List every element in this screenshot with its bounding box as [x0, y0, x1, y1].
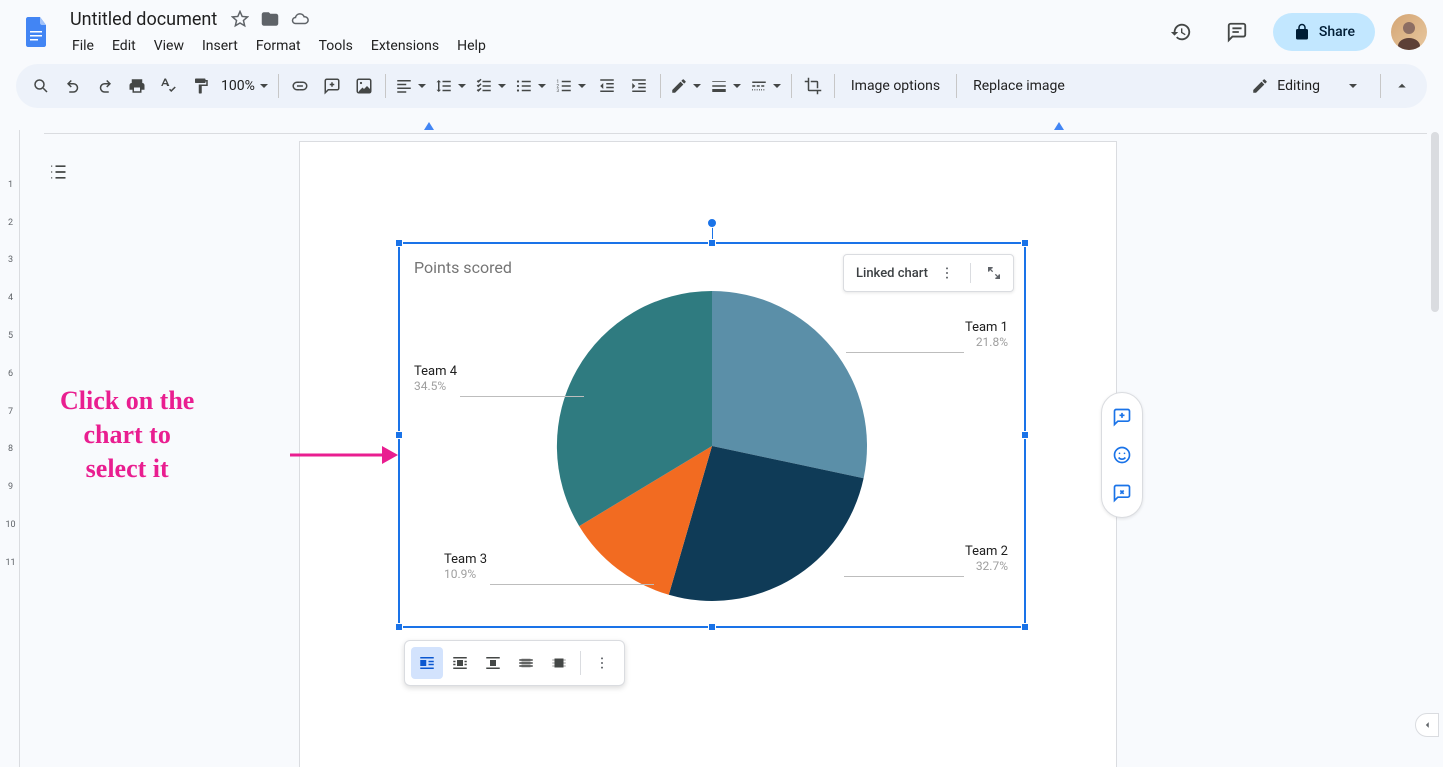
- canvas-area: 12 345 678 91011 Points scored: [0, 130, 1443, 767]
- lock-icon: [1293, 23, 1311, 41]
- menu-file[interactable]: File: [64, 34, 102, 58]
- menu-format[interactable]: Format: [248, 34, 309, 58]
- menu-help[interactable]: Help: [449, 34, 494, 58]
- zoom-dropdown[interactable]: 100%: [218, 71, 272, 101]
- menu-edit[interactable]: Edit: [104, 34, 144, 58]
- menu-insert[interactable]: Insert: [194, 34, 246, 58]
- paint-format-icon[interactable]: [186, 71, 216, 101]
- pie-chart: [552, 286, 872, 606]
- vertical-ruler: 12 345 678 91011: [2, 130, 20, 767]
- add-emoji-side-icon[interactable]: [1104, 437, 1140, 473]
- image-options-button[interactable]: Image options: [841, 78, 950, 94]
- menu-tools[interactable]: Tools: [311, 34, 361, 58]
- chart-label-team2: Team 2 32.7%: [965, 544, 1008, 573]
- svg-text:3: 3: [556, 88, 559, 94]
- add-comment-side-icon[interactable]: [1104, 399, 1140, 435]
- crop-icon[interactable]: [798, 71, 828, 101]
- insert-link-icon[interactable]: [285, 71, 315, 101]
- image-more-icon[interactable]: [586, 647, 618, 679]
- bulleted-list-dropdown[interactable]: [512, 71, 550, 101]
- document-page[interactable]: Points scored Team 1 21.8%: [300, 142, 1116, 767]
- linked-chart-label[interactable]: Linked chart: [856, 266, 928, 281]
- line-spacing-dropdown[interactable]: [432, 71, 470, 101]
- share-button[interactable]: Share: [1273, 13, 1375, 51]
- border-weight-dropdown[interactable]: [707, 71, 745, 101]
- chart-label-team1: Team 1 21.8%: [965, 320, 1008, 349]
- increase-indent-icon[interactable]: [624, 71, 654, 101]
- comments-icon[interactable]: [1217, 12, 1257, 52]
- menu-bar: File Edit View Insert Format Tools Exten…: [64, 34, 1161, 58]
- numbered-list-dropdown[interactable]: 123: [552, 71, 590, 101]
- editing-mode-dropdown[interactable]: Editing: [1243, 73, 1366, 99]
- collapse-toolbar-icon[interactable]: [1387, 71, 1417, 101]
- decrease-indent-icon[interactable]: [592, 71, 622, 101]
- caret-down-icon: [1348, 81, 1358, 91]
- add-comment-icon[interactable]: [317, 71, 347, 101]
- search-menus-icon[interactable]: [26, 71, 56, 101]
- spellcheck-icon[interactable]: [154, 71, 184, 101]
- menu-view[interactable]: View: [146, 34, 192, 58]
- undo-icon[interactable]: [58, 71, 88, 101]
- user-avatar[interactable]: [1391, 14, 1427, 50]
- insert-image-icon[interactable]: [349, 71, 379, 101]
- document-title[interactable]: Untitled document: [64, 7, 223, 32]
- chart-label-team4: Team 4 34.5%: [414, 364, 457, 393]
- menu-extensions[interactable]: Extensions: [363, 34, 447, 58]
- replace-image-button[interactable]: Replace image: [963, 78, 1075, 94]
- behind-text-icon[interactable]: [510, 647, 542, 679]
- pencil-icon: [1251, 77, 1269, 95]
- annotation-arrow-icon: [290, 440, 400, 470]
- unlink-icon[interactable]: [979, 261, 1009, 285]
- align-dropdown[interactable]: [392, 71, 430, 101]
- chart-container[interactable]: Points scored Team 1 21.8%: [398, 242, 1026, 628]
- tutorial-annotation: Click on the chart to select it: [60, 384, 194, 485]
- redo-icon[interactable]: [90, 71, 120, 101]
- print-icon[interactable]: [122, 71, 152, 101]
- toolbar: 100% 123 Image options Replace image Edi…: [16, 64, 1427, 108]
- title-area: Untitled document File Edit View Insert …: [64, 7, 1161, 58]
- break-text-icon[interactable]: [477, 647, 509, 679]
- inline-position-icon[interactable]: [411, 647, 443, 679]
- docs-logo[interactable]: [16, 12, 56, 52]
- checklist-dropdown[interactable]: [472, 71, 510, 101]
- suggest-edits-side-icon[interactable]: [1104, 475, 1140, 511]
- rotate-handle[interactable]: [707, 218, 717, 228]
- image-position-toolbar: [404, 640, 625, 686]
- side-comment-panel: [1101, 392, 1143, 518]
- chart-content: Points scored Team 1 21.8%: [400, 244, 1024, 626]
- left-indent-marker[interactable]: [424, 122, 434, 130]
- share-label: Share: [1319, 24, 1355, 40]
- border-dash-dropdown[interactable]: [747, 71, 785, 101]
- star-icon[interactable]: [231, 10, 249, 28]
- infront-text-icon[interactable]: [543, 647, 575, 679]
- caret-down-icon: [259, 81, 269, 91]
- linked-chart-chip: Linked chart: [843, 254, 1014, 292]
- scrollbar-thumb[interactable]: [1431, 132, 1439, 312]
- app-header: Untitled document File Edit View Insert …: [0, 0, 1443, 56]
- move-icon[interactable]: [261, 10, 279, 28]
- linked-chart-more-icon[interactable]: [932, 261, 962, 285]
- right-indent-marker[interactable]: [1054, 122, 1064, 130]
- history-icon[interactable]: [1161, 12, 1201, 52]
- border-color-dropdown[interactable]: [667, 71, 705, 101]
- vertical-scrollbar[interactable]: [1431, 132, 1441, 757]
- chart-label-team3: Team 3 10.9%: [444, 552, 487, 581]
- wrap-text-icon[interactable]: [444, 647, 476, 679]
- cloud-icon[interactable]: [291, 10, 309, 28]
